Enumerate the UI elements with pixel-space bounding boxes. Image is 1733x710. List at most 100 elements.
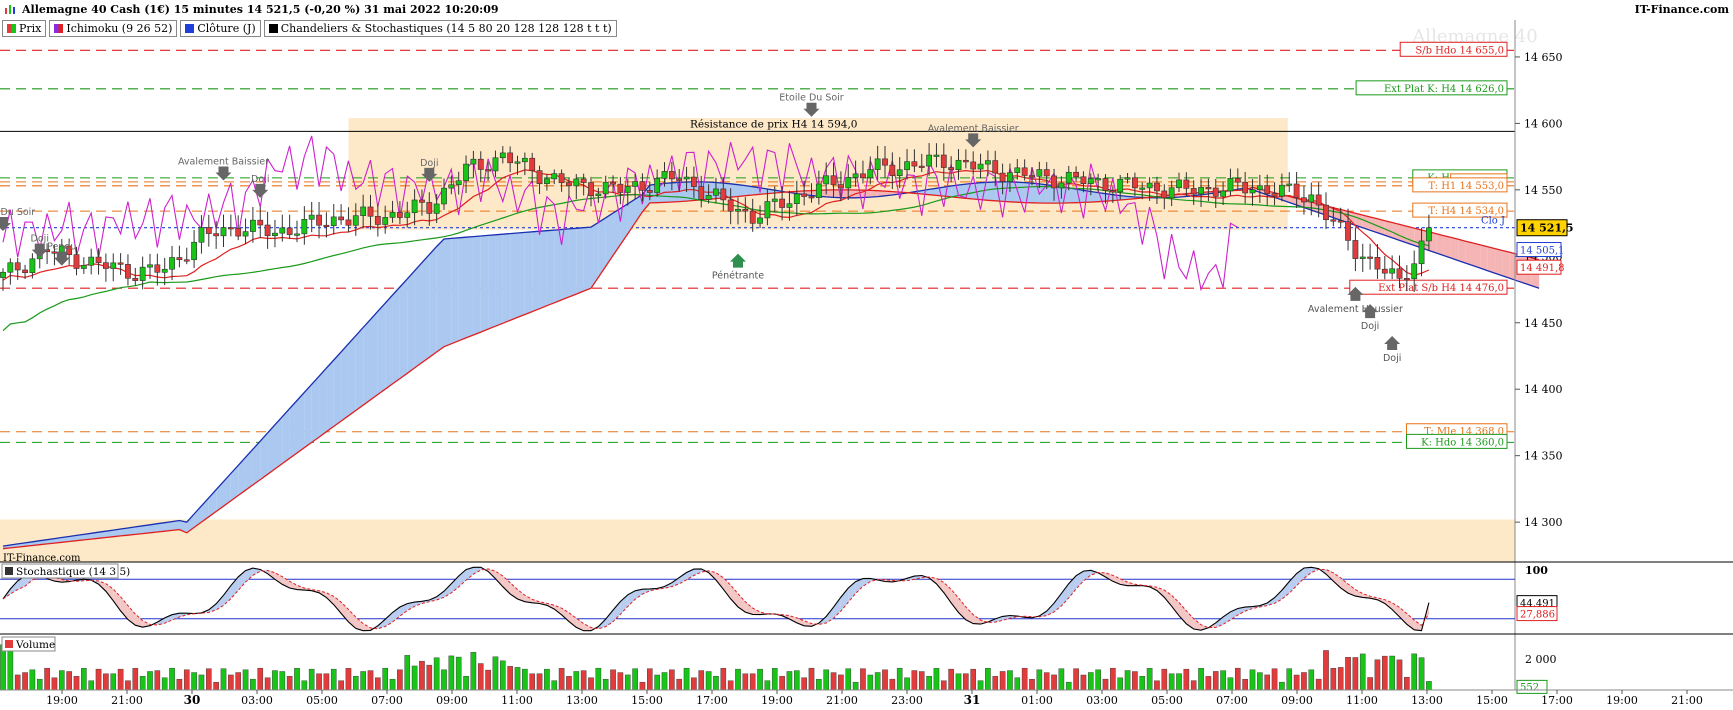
volume-bar[interactable] (999, 671, 1006, 691)
volume-bar[interactable] (419, 660, 425, 691)
volume-bar[interactable] (1132, 671, 1138, 691)
volume-bar[interactable] (1249, 669, 1256, 691)
candlestick[interactable] (272, 219, 278, 248)
volume-bar[interactable] (455, 656, 462, 691)
volume-bar[interactable] (183, 669, 190, 691)
volume-bar[interactable] (566, 676, 572, 691)
volume-bar[interactable] (816, 679, 822, 691)
volume-bar[interactable] (911, 670, 918, 691)
candlestick[interactable] (132, 267, 139, 286)
volume-bar[interactable] (1323, 650, 1329, 691)
volume-bar[interactable] (720, 668, 727, 691)
volume-bar[interactable] (691, 677, 697, 691)
volume-bar[interactable] (441, 669, 447, 691)
candlestick[interactable] (117, 253, 124, 275)
volume-bar[interactable] (830, 672, 837, 691)
pattern-annotation[interactable]: Pendu (47, 242, 76, 266)
candlestick[interactable] (301, 206, 308, 245)
volume-bar[interactable] (242, 669, 249, 691)
volume-bar[interactable] (477, 663, 484, 691)
volume-bar[interactable] (661, 672, 668, 691)
volume-bar[interactable] (272, 670, 278, 691)
volume-bar[interactable] (955, 673, 962, 691)
volume-bar[interactable] (918, 671, 925, 691)
volume-bar[interactable] (95, 668, 102, 691)
candlestick[interactable] (125, 254, 131, 286)
candlestick[interactable] (1367, 243, 1373, 270)
candlestick[interactable] (286, 214, 293, 240)
volume-bar[interactable] (448, 655, 455, 691)
volume-bar[interactable] (1271, 668, 1278, 691)
volume-bar[interactable] (29, 669, 36, 691)
volume-bar[interactable] (1205, 676, 1212, 691)
volume-bar[interactable] (1411, 653, 1417, 691)
pattern-annotation[interactable]: Pénétrante (712, 253, 764, 282)
volume-bar[interactable] (624, 674, 631, 691)
volume-bar[interactable] (1065, 681, 1072, 691)
volume-bar[interactable] (573, 671, 580, 691)
volume-bar[interactable] (433, 657, 440, 691)
volume-bar[interactable] (992, 676, 999, 691)
volume-bar[interactable] (1279, 681, 1285, 691)
volume-bar[interactable] (1234, 667, 1241, 691)
volume-bar[interactable] (125, 680, 131, 691)
volume-bar[interactable] (889, 678, 896, 691)
volume-bar[interactable] (507, 666, 513, 691)
volume-bar[interactable] (1264, 674, 1270, 691)
volume-bar[interactable] (257, 667, 264, 691)
volume-bar[interactable] (963, 673, 969, 691)
volume-bar[interactable] (1367, 677, 1373, 691)
volume-bar[interactable] (771, 668, 778, 691)
volume-bar[interactable] (1293, 674, 1300, 691)
volume-bar[interactable] (536, 673, 543, 691)
candlestick[interactable] (338, 204, 344, 225)
volume-bar[interactable] (1418, 657, 1425, 691)
volume-bar[interactable] (514, 667, 521, 691)
volume-bar[interactable] (360, 671, 366, 691)
volume-bar[interactable] (176, 678, 183, 691)
candlestick[interactable] (191, 230, 197, 269)
candlestick[interactable] (316, 202, 322, 239)
volume-bar[interactable] (713, 676, 719, 691)
volume-bar[interactable] (205, 668, 212, 691)
volume-bar[interactable] (1014, 677, 1021, 691)
candlestick[interactable] (242, 218, 249, 244)
volume-bar[interactable] (1043, 672, 1050, 691)
volume-bar[interactable] (139, 676, 146, 691)
candlestick[interactable] (176, 245, 183, 268)
candlestick[interactable] (1323, 192, 1329, 230)
volume-bar[interactable] (1110, 667, 1116, 691)
volume-bar[interactable] (1117, 677, 1123, 691)
volume-bar[interactable] (779, 676, 785, 691)
volume-bar[interactable] (169, 667, 175, 691)
volume-bar[interactable] (1359, 653, 1366, 691)
volume-bar[interactable] (845, 668, 852, 691)
candlestick[interactable] (1352, 227, 1359, 272)
volume-bar[interactable] (867, 674, 874, 691)
volume-bar[interactable] (794, 670, 800, 691)
volume-bar[interactable] (1051, 674, 1057, 691)
volume-bar[interactable] (705, 671, 712, 691)
volume-bar[interactable] (588, 677, 594, 691)
volume-bar[interactable] (698, 670, 705, 691)
volume-bar[interactable] (1095, 669, 1101, 691)
volume-bar[interactable] (1198, 668, 1204, 691)
volume-bar[interactable] (367, 670, 374, 691)
candlestick[interactable] (227, 214, 234, 237)
candlestick[interactable] (330, 204, 337, 235)
volume-bar[interactable] (397, 669, 403, 691)
volume-bar[interactable] (228, 674, 234, 691)
volume-bar[interactable] (36, 678, 43, 691)
volume-bar[interactable] (1286, 668, 1293, 691)
volume-bar[interactable] (1161, 668, 1168, 691)
volume-bar[interactable] (823, 669, 829, 691)
volume-bar[interactable] (110, 673, 117, 691)
candlestick[interactable] (154, 253, 161, 286)
volume-bar[interactable] (933, 668, 940, 691)
volume-bar[interactable] (323, 673, 330, 691)
volume-bar[interactable] (485, 669, 491, 691)
volume-bar[interactable] (1080, 674, 1087, 691)
volume-bar[interactable] (551, 680, 558, 691)
volume-bar[interactable] (1227, 677, 1234, 691)
volume-bar[interactable] (1036, 669, 1043, 691)
